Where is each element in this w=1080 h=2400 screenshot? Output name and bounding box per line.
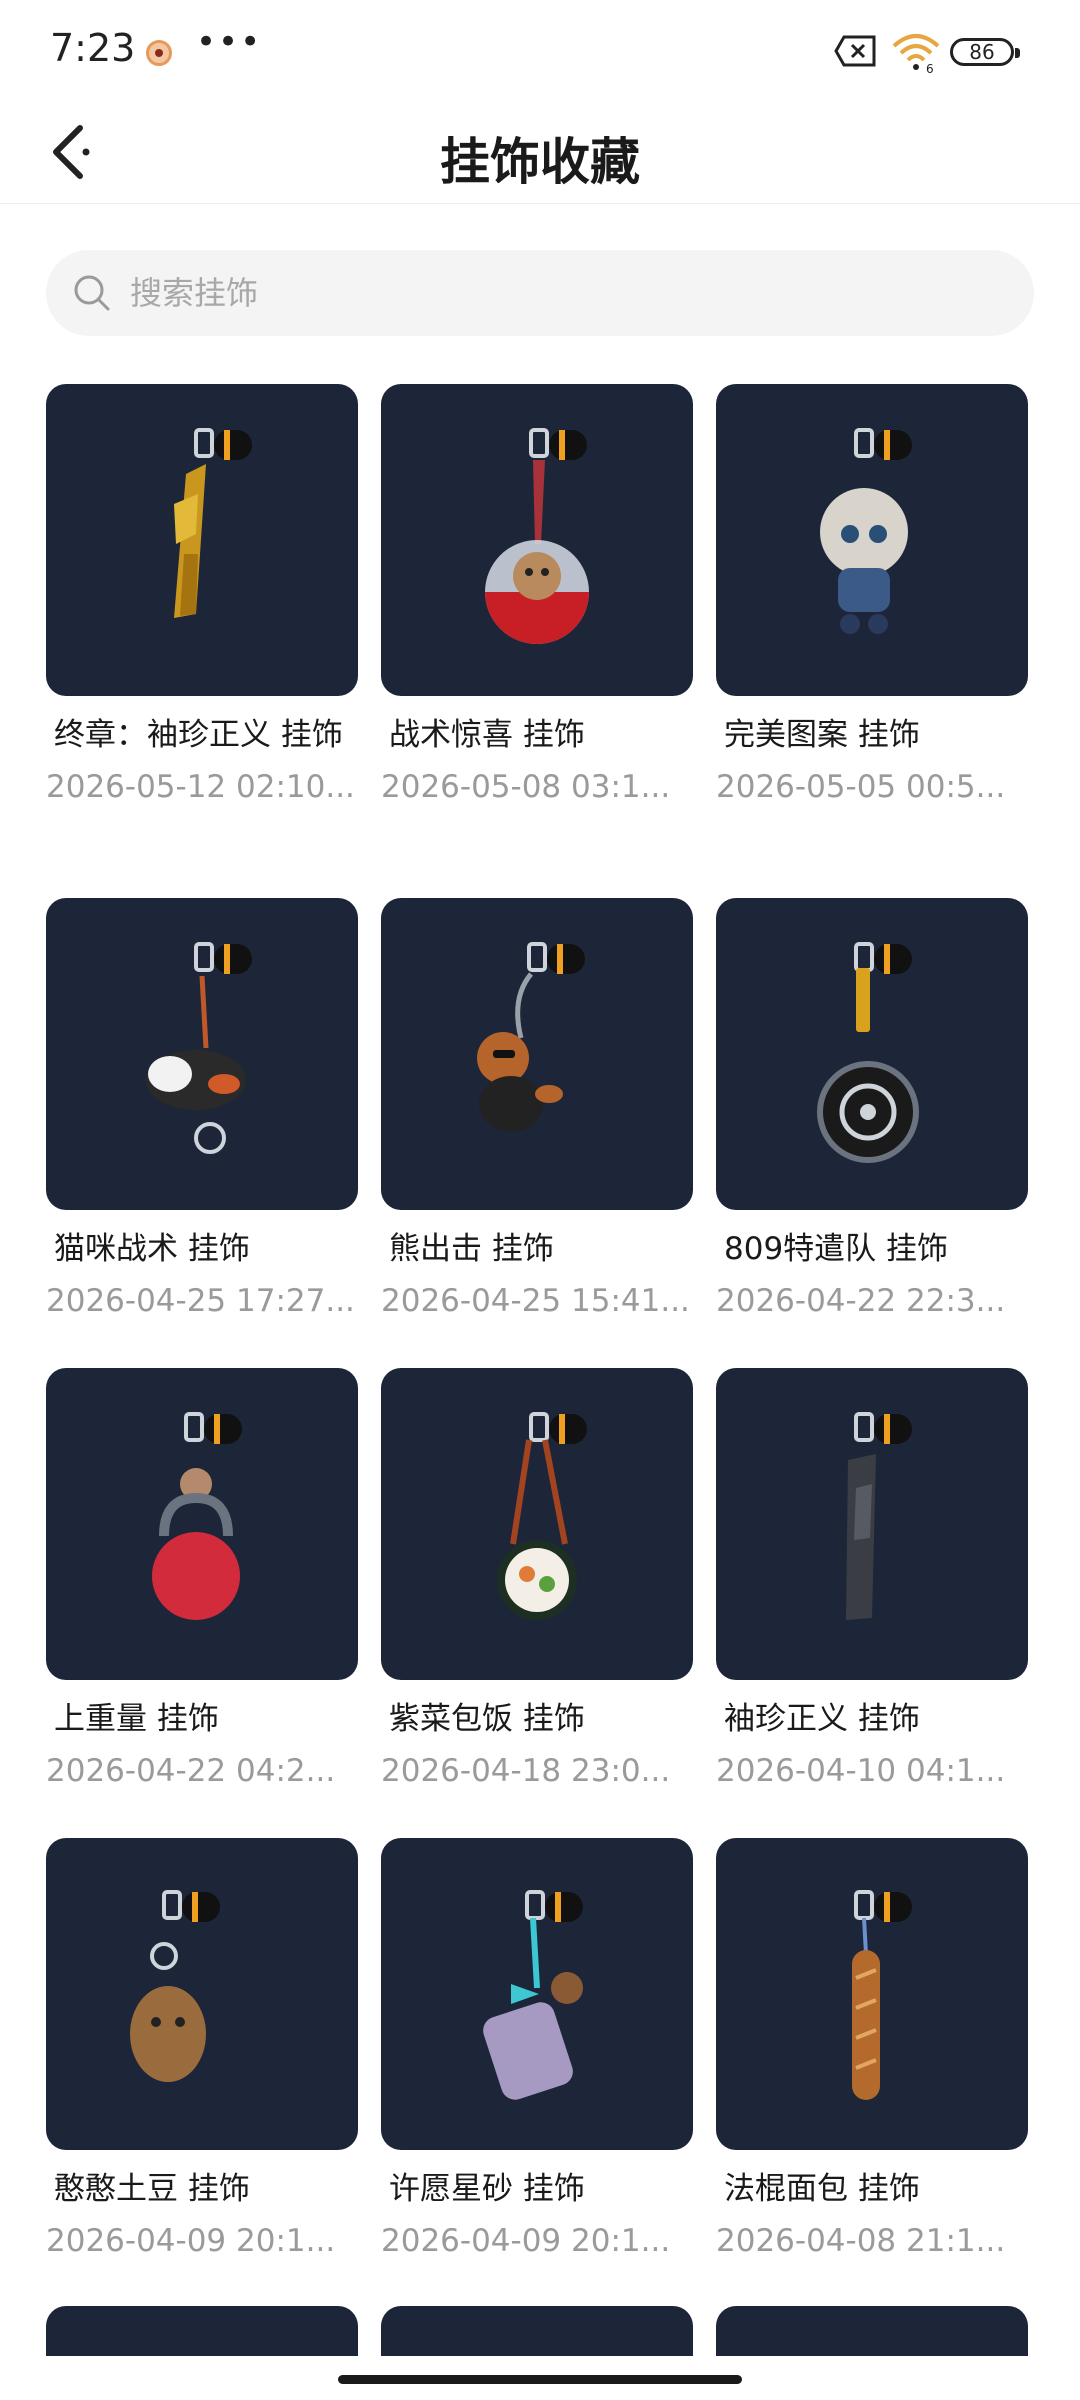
charm-thumbnail[interactable]	[716, 1368, 1028, 1680]
charm-card[interactable]: 809特遣队 挂饰 2026-04-22 22:3...	[716, 898, 1028, 1322]
ring-charm-icon	[817, 942, 919, 1163]
charm-date: 2026-05-12 02:10...	[46, 769, 355, 805]
charm-card[interactable]: 憨憨土豆 挂饰 2026-04-09 20:1...	[46, 1838, 358, 2262]
charm-thumbnail[interactable]	[381, 1838, 693, 2150]
capsule-bear-charm-icon	[485, 428, 589, 644]
charm-card[interactable]: 终章：袖珍正义 挂饰 2026-05-12 02:10...	[46, 384, 358, 808]
charm-date: 2026-04-22 22:3...	[716, 1283, 1006, 1319]
app-notification-icon	[146, 40, 172, 66]
charm-date: 2026-04-22 04:2...	[46, 1753, 336, 1789]
charm-card[interactable]: 紫菜包饭 挂饰 2026-04-18 23:0...	[381, 1368, 693, 1792]
charm-thumbnail[interactable]	[46, 384, 358, 696]
charm-title: 紫菜包饭 挂饰	[389, 1701, 585, 1737]
charm-thumbnail[interactable]	[381, 1368, 693, 1680]
charm-title: 熊出击 挂饰	[389, 1231, 554, 1267]
charm-thumbnail[interactable]	[381, 898, 693, 1210]
svg-text:6: 6	[926, 62, 934, 74]
page-title: 挂饰收藏	[440, 133, 640, 191]
no-sim-icon	[834, 35, 876, 67]
charm-date: 2026-04-10 04:1...	[716, 1753, 1006, 1789]
status-time: 7:23	[50, 26, 136, 70]
charm-date: 2026-04-09 20:1...	[381, 2223, 671, 2259]
charm-date: 2026-05-05 00:5...	[716, 769, 1006, 805]
charm-thumbnail[interactable]	[46, 1368, 358, 1680]
charm-title: 许愿星砂 挂饰	[389, 2171, 585, 2207]
search-input[interactable]	[130, 250, 990, 336]
bear-charm-icon	[477, 942, 585, 1132]
charm-thumbnail[interactable]	[716, 1838, 1028, 2150]
charm-date: 2026-04-08 21:1...	[716, 2223, 1006, 2259]
charm-thumbnail[interactable]	[716, 898, 1028, 1210]
charm-thumbnail[interactable]	[46, 898, 358, 1210]
charm-title: 上重量 挂饰	[54, 1701, 219, 1737]
pistol-charm-icon	[846, 1412, 912, 1620]
baguette-charm-icon	[852, 1890, 912, 2100]
sushi-charm-icon	[497, 1412, 587, 1620]
charm-card[interactable]: 猫咪战术 挂饰 2026-04-25 17:27...	[46, 898, 358, 1322]
charm-date: 2026-04-18 23:0...	[381, 1753, 671, 1789]
charm-title: 法棍面包 挂饰	[724, 2171, 920, 2207]
charm-card[interactable]: 法棍面包 挂饰 2026-04-08 21:1...	[716, 1838, 1028, 2262]
charm-thumbnail[interactable]	[381, 384, 693, 696]
header: 挂饰收藏	[0, 100, 1080, 204]
charm-title: 战术惊喜 挂饰	[389, 717, 585, 753]
charm-thumbnail[interactable]	[46, 1838, 358, 2150]
charm-title: 憨憨土豆 挂饰	[54, 2171, 250, 2207]
charm-title: 终章：袖珍正义 挂饰	[54, 717, 343, 753]
charm-date: 2026-04-25 17:27...	[46, 1283, 355, 1319]
charm-card[interactable]: 许愿星砂 挂饰 2026-04-09 20:1...	[381, 1838, 693, 2262]
charm-date: 2026-05-08 03:1...	[381, 769, 671, 805]
charm-thumbnail[interactable]	[716, 384, 1028, 696]
charm-title: 完美图案 挂饰	[724, 717, 920, 753]
search-icon	[74, 275, 110, 311]
battery-indicator: 86	[950, 38, 1020, 66]
charm-date: 2026-04-25 15:41...	[381, 1283, 690, 1319]
charm-card[interactable]: 熊出击 挂饰 2026-04-25 15:41...	[381, 898, 693, 1322]
doll-charm-icon	[820, 428, 912, 634]
home-indicator[interactable]	[338, 2375, 742, 2384]
charm-card[interactable]: 袖珍正义 挂饰 2026-04-10 04:1...	[716, 1368, 1028, 1792]
search-bar[interactable]	[46, 250, 1034, 336]
status-bar: 7:23 ••• 6 86	[0, 0, 1080, 100]
charm-card[interactable]: 战术惊喜 挂饰 2026-05-08 03:1...	[381, 384, 693, 808]
cat-charm-icon	[146, 942, 252, 1154]
kettlebell-charm-icon	[152, 1412, 242, 1620]
charm-card[interactable]: 完美图案 挂饰 2026-05-05 00:5...	[716, 384, 1028, 808]
potato-charm-icon	[130, 1890, 220, 2082]
charm-title: 809特遣队 挂饰	[724, 1231, 949, 1267]
charm-title: 猫咪战术 挂饰	[54, 1231, 250, 1267]
golden-pistol-charm-icon	[174, 428, 252, 618]
more-notifications-icon: •••	[196, 22, 263, 62]
charm-card[interactable]: 上重量 挂饰 2026-04-22 04:2...	[46, 1368, 358, 1792]
wish-jar-charm-icon	[483, 1890, 583, 2100]
wifi-icon: 6	[892, 34, 940, 74]
charm-date: 2026-04-09 20:1...	[46, 2223, 336, 2259]
charm-title: 袖珍正义 挂饰	[724, 1701, 920, 1737]
